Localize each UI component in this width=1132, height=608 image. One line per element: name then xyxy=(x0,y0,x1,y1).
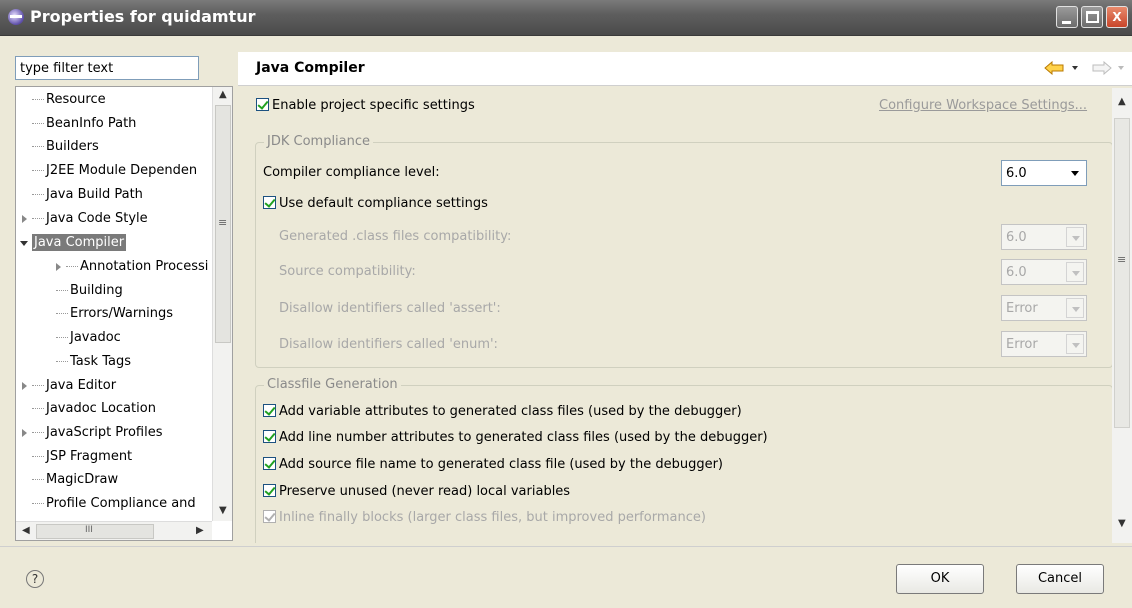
chevron-down-icon[interactable] xyxy=(1066,334,1084,354)
assert-select[interactable]: Error xyxy=(1001,295,1087,321)
tree-item-java-code-style[interactable]: Java Code Style xyxy=(22,208,148,230)
chevron-down-icon[interactable] xyxy=(1066,163,1084,183)
scroll-thumb[interactable]: ≡ xyxy=(1114,118,1130,428)
minimize-icon xyxy=(1062,21,1071,24)
scroll-down-icon[interactable]: ▼ xyxy=(1118,518,1126,529)
tree-item-javascript-profiles[interactable]: JavaScript Profiles xyxy=(22,422,163,444)
enum-select[interactable]: Error xyxy=(1001,331,1087,357)
page-title: Java Compiler xyxy=(256,60,365,76)
assert-label: Disallow identifiers called 'assert': xyxy=(279,301,501,316)
opt-line-number[interactable]: Add line number attributes to generated … xyxy=(263,430,768,445)
opt-preserve-locals[interactable]: Preserve unused (never read) local varia… xyxy=(263,484,570,499)
jdk-compliance-title: JDK Compliance xyxy=(264,134,374,149)
source-compat-label: Source compatibility: xyxy=(279,264,416,279)
tree-horizontal-scrollbar[interactable]: ◀ III ▶ xyxy=(16,521,212,540)
enable-project-settings[interactable]: Enable project specific settings xyxy=(256,98,475,113)
collapse-icon[interactable] xyxy=(20,241,28,246)
expand-icon[interactable] xyxy=(56,263,61,271)
grip-icon: III xyxy=(85,525,93,535)
variable-attributes-checkbox[interactable] xyxy=(263,404,276,417)
back-arrow-icon[interactable] xyxy=(1044,61,1064,75)
use-default-checkbox[interactable] xyxy=(263,196,276,209)
scroll-left-icon[interactable]: ◀ xyxy=(22,525,30,536)
minimize-button[interactable] xyxy=(1056,6,1078,28)
tree-item-building[interactable]: Building xyxy=(56,280,123,302)
scroll-thumb[interactable]: ≡ xyxy=(215,105,231,343)
tree-item-errors-warnings[interactable]: Errors/Warnings xyxy=(56,303,173,325)
scroll-down-icon[interactable]: ▼ xyxy=(219,505,227,516)
hscroll-thumb[interactable]: III xyxy=(36,524,154,539)
settings-vertical-scrollbar[interactable]: ▲ ≡ ▼ xyxy=(1112,88,1132,543)
tree-item-resource[interactable]: Resource xyxy=(32,89,106,111)
opt-variable-attributes[interactable]: Add variable attributes to generated cla… xyxy=(263,404,742,419)
close-icon: X xyxy=(1112,10,1122,24)
preference-tree[interactable]: Resource BeanInfo Path Builders J2EE Mod… xyxy=(15,86,233,541)
opt-inline-finally[interactable]: Inline finally blocks (larger class file… xyxy=(263,510,706,525)
tree-item-javadoc-location[interactable]: Javadoc Location xyxy=(32,398,156,420)
close-button[interactable]: X xyxy=(1106,6,1128,28)
tree-item-annotation-processing[interactable]: Annotation Processi xyxy=(56,256,208,278)
line-number-checkbox[interactable] xyxy=(263,430,276,443)
tree-item-java-compiler[interactable]: Java Compiler xyxy=(20,232,127,254)
tree-item-jsp-fragment[interactable]: JSP Fragment xyxy=(32,446,132,468)
back-dropdown-icon[interactable] xyxy=(1072,66,1078,70)
grip-icon: ≡ xyxy=(1117,253,1127,266)
button-bar-separator xyxy=(0,546,1132,547)
scroll-up-icon[interactable]: ▲ xyxy=(1118,96,1126,107)
scroll-right-icon[interactable]: ▶ xyxy=(196,525,204,536)
chevron-down-icon[interactable] xyxy=(1066,227,1084,247)
tree-item-task-tags[interactable]: Task Tags xyxy=(56,351,131,373)
tree-item-profile-compliance[interactable]: Profile Compliance and xyxy=(32,493,196,515)
expand-icon[interactable] xyxy=(22,215,27,223)
generated-compat-label: Generated .class files compatibility: xyxy=(279,229,512,244)
classfile-generation-title: Classfile Generation xyxy=(264,377,401,392)
forward-dropdown-icon[interactable] xyxy=(1118,66,1124,70)
tree-item-beaninfo-path[interactable]: BeanInfo Path xyxy=(32,113,136,135)
preserve-locals-checkbox[interactable] xyxy=(263,484,276,497)
help-icon[interactable]: ? xyxy=(26,570,44,588)
compiler-settings: Enable project specific settings Configu… xyxy=(241,88,1132,543)
tree-item-magicdraw[interactable]: MagicDraw xyxy=(32,469,118,491)
configure-workspace-link[interactable]: Configure Workspace Settings... xyxy=(879,98,1087,113)
window-title: Properties for quidamtur xyxy=(30,7,256,26)
source-compat-select[interactable]: 6.0 xyxy=(1001,259,1087,285)
maximize-button[interactable] xyxy=(1081,6,1103,28)
enum-label: Disallow identifiers called 'enum': xyxy=(279,337,498,352)
scroll-up-icon[interactable]: ▲ xyxy=(219,89,227,100)
chevron-down-icon[interactable] xyxy=(1066,262,1084,282)
expand-icon[interactable] xyxy=(22,429,27,437)
generated-compat-select[interactable]: 6.0 xyxy=(1001,224,1087,250)
chevron-down-icon[interactable] xyxy=(1066,298,1084,318)
tree-item-java-editor[interactable]: Java Editor xyxy=(22,375,116,397)
tree-vertical-scrollbar[interactable]: ▲ ≡ ▼ xyxy=(212,87,232,521)
page-header: Java Compiler xyxy=(238,52,1132,86)
eclipse-icon xyxy=(8,9,24,25)
inline-finally-checkbox[interactable] xyxy=(263,510,276,523)
tree-item-javadoc[interactable]: Javadoc xyxy=(56,327,121,349)
expand-icon[interactable] xyxy=(22,382,27,390)
enable-project-checkbox[interactable] xyxy=(256,98,269,111)
filter-input[interactable] xyxy=(15,56,199,80)
grip-icon: ≡ xyxy=(218,216,228,229)
tree-item-builders[interactable]: Builders xyxy=(32,136,99,158)
maximize-icon xyxy=(1086,11,1099,23)
ok-button[interactable]: OK xyxy=(896,564,984,594)
forward-arrow-icon[interactable] xyxy=(1092,61,1112,75)
source-file-checkbox[interactable] xyxy=(263,457,276,470)
tree-item-j2ee-module[interactable]: J2EE Module Dependen xyxy=(32,160,197,182)
title-bar: Properties for quidamtur X xyxy=(0,0,1132,36)
compliance-label: Compiler compliance level: xyxy=(263,165,440,180)
opt-source-file[interactable]: Add source file name to generated class … xyxy=(263,457,723,472)
use-default-compliance[interactable]: Use default compliance settings xyxy=(263,196,488,211)
tree-item-java-build-path[interactable]: Java Build Path xyxy=(32,184,143,206)
compliance-level-select[interactable]: 6.0 xyxy=(1001,160,1087,186)
cancel-button[interactable]: Cancel xyxy=(1016,564,1104,594)
